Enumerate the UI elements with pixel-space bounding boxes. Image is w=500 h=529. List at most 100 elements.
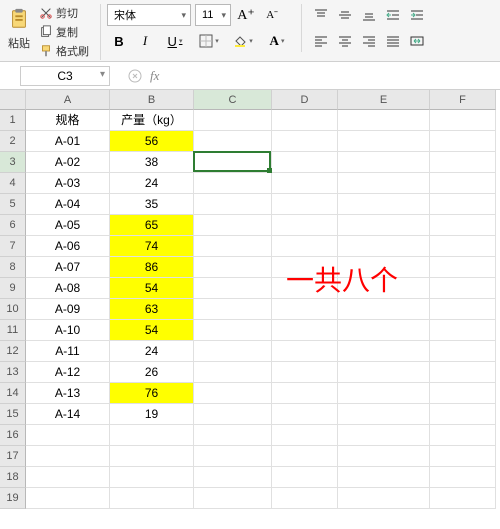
bold-button[interactable]: B xyxy=(107,30,131,52)
cell[interactable] xyxy=(194,257,272,278)
decrease-font-button[interactable]: Aˉ xyxy=(261,4,283,26)
cell[interactable]: 74 xyxy=(110,236,194,257)
cell[interactable]: 65 xyxy=(110,215,194,236)
cell[interactable] xyxy=(272,236,338,257)
align-right-button[interactable] xyxy=(358,30,380,52)
cell[interactable] xyxy=(430,341,496,362)
cell[interactable]: 26 xyxy=(110,362,194,383)
cell[interactable] xyxy=(430,110,496,131)
cell[interactable]: A-10 xyxy=(26,320,110,341)
cell[interactable] xyxy=(430,257,496,278)
font-color-button[interactable]: A xyxy=(261,30,293,52)
cell[interactable] xyxy=(338,383,430,404)
align-bottom-button[interactable] xyxy=(358,4,380,26)
cell[interactable] xyxy=(110,467,194,488)
row-header[interactable]: 7 xyxy=(0,236,26,257)
cell[interactable] xyxy=(338,404,430,425)
cell[interactable]: A-09 xyxy=(26,299,110,320)
cell[interactable] xyxy=(194,194,272,215)
cell[interactable]: 54 xyxy=(110,278,194,299)
align-top-button[interactable] xyxy=(310,4,332,26)
cell[interactable] xyxy=(110,488,194,509)
cell[interactable] xyxy=(272,194,338,215)
cell[interactable] xyxy=(194,131,272,152)
cell[interactable]: 24 xyxy=(110,341,194,362)
justify-button[interactable] xyxy=(382,30,404,52)
italic-button[interactable]: I xyxy=(133,30,157,52)
fill-color-button[interactable] xyxy=(227,30,259,52)
cell[interactable] xyxy=(338,110,430,131)
row-header[interactable]: 15 xyxy=(0,404,26,425)
cell[interactable] xyxy=(272,215,338,236)
cell[interactable]: 54 xyxy=(110,320,194,341)
cell[interactable] xyxy=(338,194,430,215)
cell[interactable]: A-06 xyxy=(26,236,110,257)
cell[interactable] xyxy=(26,425,110,446)
column-header[interactable]: A xyxy=(26,90,110,110)
cell[interactable] xyxy=(194,152,272,173)
cell[interactable] xyxy=(194,299,272,320)
row-header[interactable]: 5 xyxy=(0,194,26,215)
cell[interactable]: A-03 xyxy=(26,173,110,194)
cell[interactable] xyxy=(430,215,496,236)
align-middle-button[interactable] xyxy=(334,4,356,26)
cell[interactable] xyxy=(194,236,272,257)
cell[interactable] xyxy=(430,362,496,383)
cell[interactable]: 63 xyxy=(110,299,194,320)
cell[interactable]: 35 xyxy=(110,194,194,215)
font-size-select[interactable]: 11 xyxy=(195,4,231,26)
cell[interactable] xyxy=(194,320,272,341)
border-button[interactable] xyxy=(193,30,225,52)
cell[interactable] xyxy=(272,488,338,509)
cell[interactable] xyxy=(272,110,338,131)
cell[interactable] xyxy=(272,278,338,299)
cell[interactable] xyxy=(272,173,338,194)
cell[interactable]: 规格 xyxy=(26,110,110,131)
column-header[interactable]: B xyxy=(110,90,194,110)
cut-button[interactable]: 剪切 xyxy=(36,4,92,22)
row-header[interactable]: 14 xyxy=(0,383,26,404)
cell[interactable] xyxy=(430,446,496,467)
cell[interactable]: 24 xyxy=(110,173,194,194)
cell[interactable]: A-12 xyxy=(26,362,110,383)
row-header[interactable]: 3 xyxy=(0,152,26,173)
cells-area[interactable]: 一共八个 规格产量（kg）A-0156A-0238A-0324A-0435A-0… xyxy=(26,110,496,509)
cell[interactable] xyxy=(26,446,110,467)
row-header[interactable]: 12 xyxy=(0,341,26,362)
cell[interactable] xyxy=(430,404,496,425)
row-header[interactable]: 19 xyxy=(0,488,26,509)
select-all-corner[interactable] xyxy=(0,90,26,110)
cell[interactable] xyxy=(26,488,110,509)
format-painter-button[interactable]: 格式刷 xyxy=(36,42,92,60)
cell[interactable] xyxy=(430,383,496,404)
align-left-button[interactable] xyxy=(310,30,332,52)
cell[interactable]: A-04 xyxy=(26,194,110,215)
cell[interactable] xyxy=(272,341,338,362)
row-header[interactable]: 6 xyxy=(0,215,26,236)
row-header[interactable]: 9 xyxy=(0,278,26,299)
cell[interactable] xyxy=(430,467,496,488)
row-header[interactable]: 18 xyxy=(0,467,26,488)
cell[interactable] xyxy=(194,467,272,488)
cell[interactable] xyxy=(338,467,430,488)
cell[interactable] xyxy=(194,425,272,446)
cell[interactable] xyxy=(338,173,430,194)
cell[interactable]: A-11 xyxy=(26,341,110,362)
name-box[interactable]: C3 xyxy=(20,66,110,86)
cell[interactable]: A-02 xyxy=(26,152,110,173)
cell[interactable]: 19 xyxy=(110,404,194,425)
font-name-select[interactable]: 宋体 xyxy=(107,4,191,26)
increase-font-button[interactable]: A⁺ xyxy=(235,4,257,26)
row-header[interactable]: 10 xyxy=(0,299,26,320)
row-header[interactable]: 8 xyxy=(0,257,26,278)
row-header[interactable]: 2 xyxy=(0,131,26,152)
cell[interactable] xyxy=(194,341,272,362)
column-header[interactable]: D xyxy=(272,90,338,110)
cell[interactable]: 86 xyxy=(110,257,194,278)
cell[interactable]: A-07 xyxy=(26,257,110,278)
cell[interactable] xyxy=(272,446,338,467)
cell[interactable] xyxy=(430,236,496,257)
cell[interactable]: 56 xyxy=(110,131,194,152)
cell[interactable]: 38 xyxy=(110,152,194,173)
fx-area[interactable]: fx xyxy=(116,68,159,84)
